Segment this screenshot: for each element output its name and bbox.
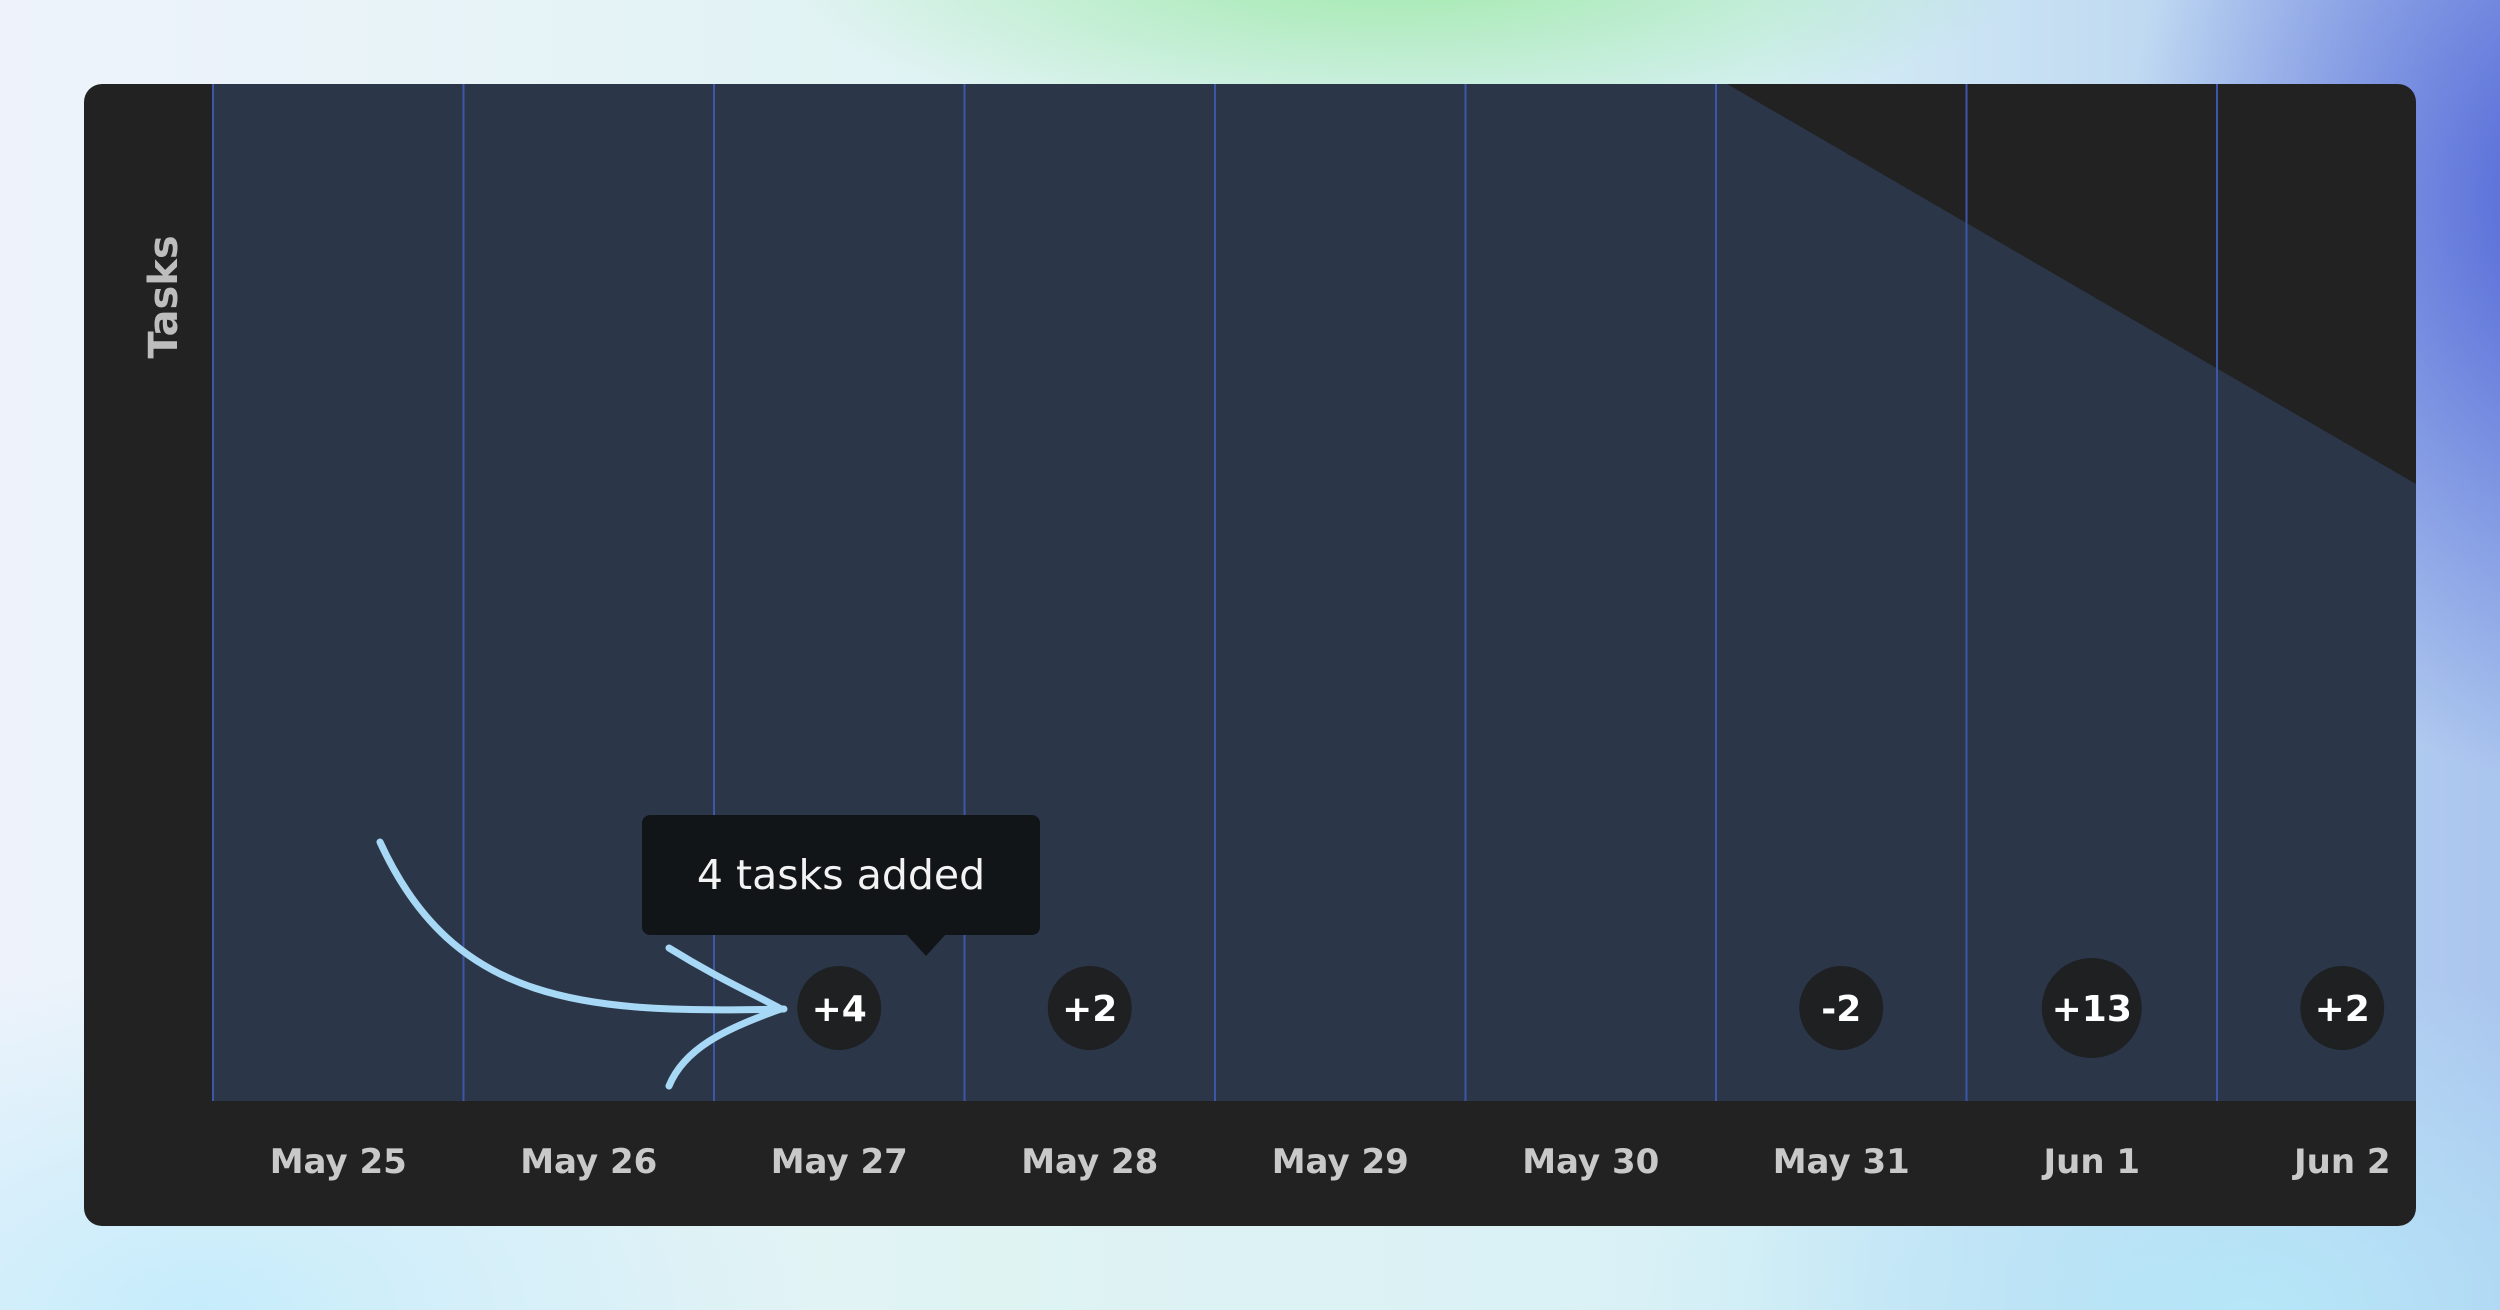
tooltip: 4 tasks added <box>642 815 1040 935</box>
change-badge[interactable]: +4 <box>797 966 882 1050</box>
change-badge[interactable]: -2 <box>1799 966 1884 1050</box>
x-tick-label: Jun 1 <box>2041 1142 2140 1182</box>
change-badge-label: +4 <box>812 989 867 1030</box>
x-tick-label: May 31 <box>1773 1142 1910 1182</box>
x-tick-label: May 25 <box>270 1142 407 1182</box>
change-badge-label: -2 <box>1821 989 1861 1030</box>
change-badge[interactable]: +2 <box>1047 966 1132 1050</box>
scope-area <box>213 84 2416 1101</box>
x-tick-label: May 27 <box>771 1142 908 1182</box>
x-tick-label: May 26 <box>520 1142 657 1182</box>
change-badge-label: +2 <box>1062 989 1117 1030</box>
x-tick-label: May 29 <box>1272 1142 1409 1182</box>
tooltip-caret <box>906 934 946 956</box>
burndown-chart-card: May 25 May 26 May 27 May 28 May 29 May 30 May … <box>84 84 2416 1226</box>
x-tick-label: Jun 2 <box>2292 1142 2391 1182</box>
x-axis-ticks: May 25 May 26 May 27 May 28 May 29 May 30 May … <box>270 1142 2391 1182</box>
x-tick-label: May 30 <box>1522 1142 1659 1182</box>
x-tick-label: May 28 <box>1021 1142 1158 1182</box>
chart-plot: May 25 May 26 May 27 May 28 May 29 May 30 May … <box>212 84 2416 1182</box>
change-badge[interactable]: +2 <box>2300 966 2385 1050</box>
y-axis-label: Tasks <box>141 235 187 359</box>
change-badge-label: +2 <box>2315 989 2370 1030</box>
change-badge-label: +13 <box>2052 989 2132 1030</box>
change-badge[interactable]: +13 <box>2041 958 2142 1058</box>
